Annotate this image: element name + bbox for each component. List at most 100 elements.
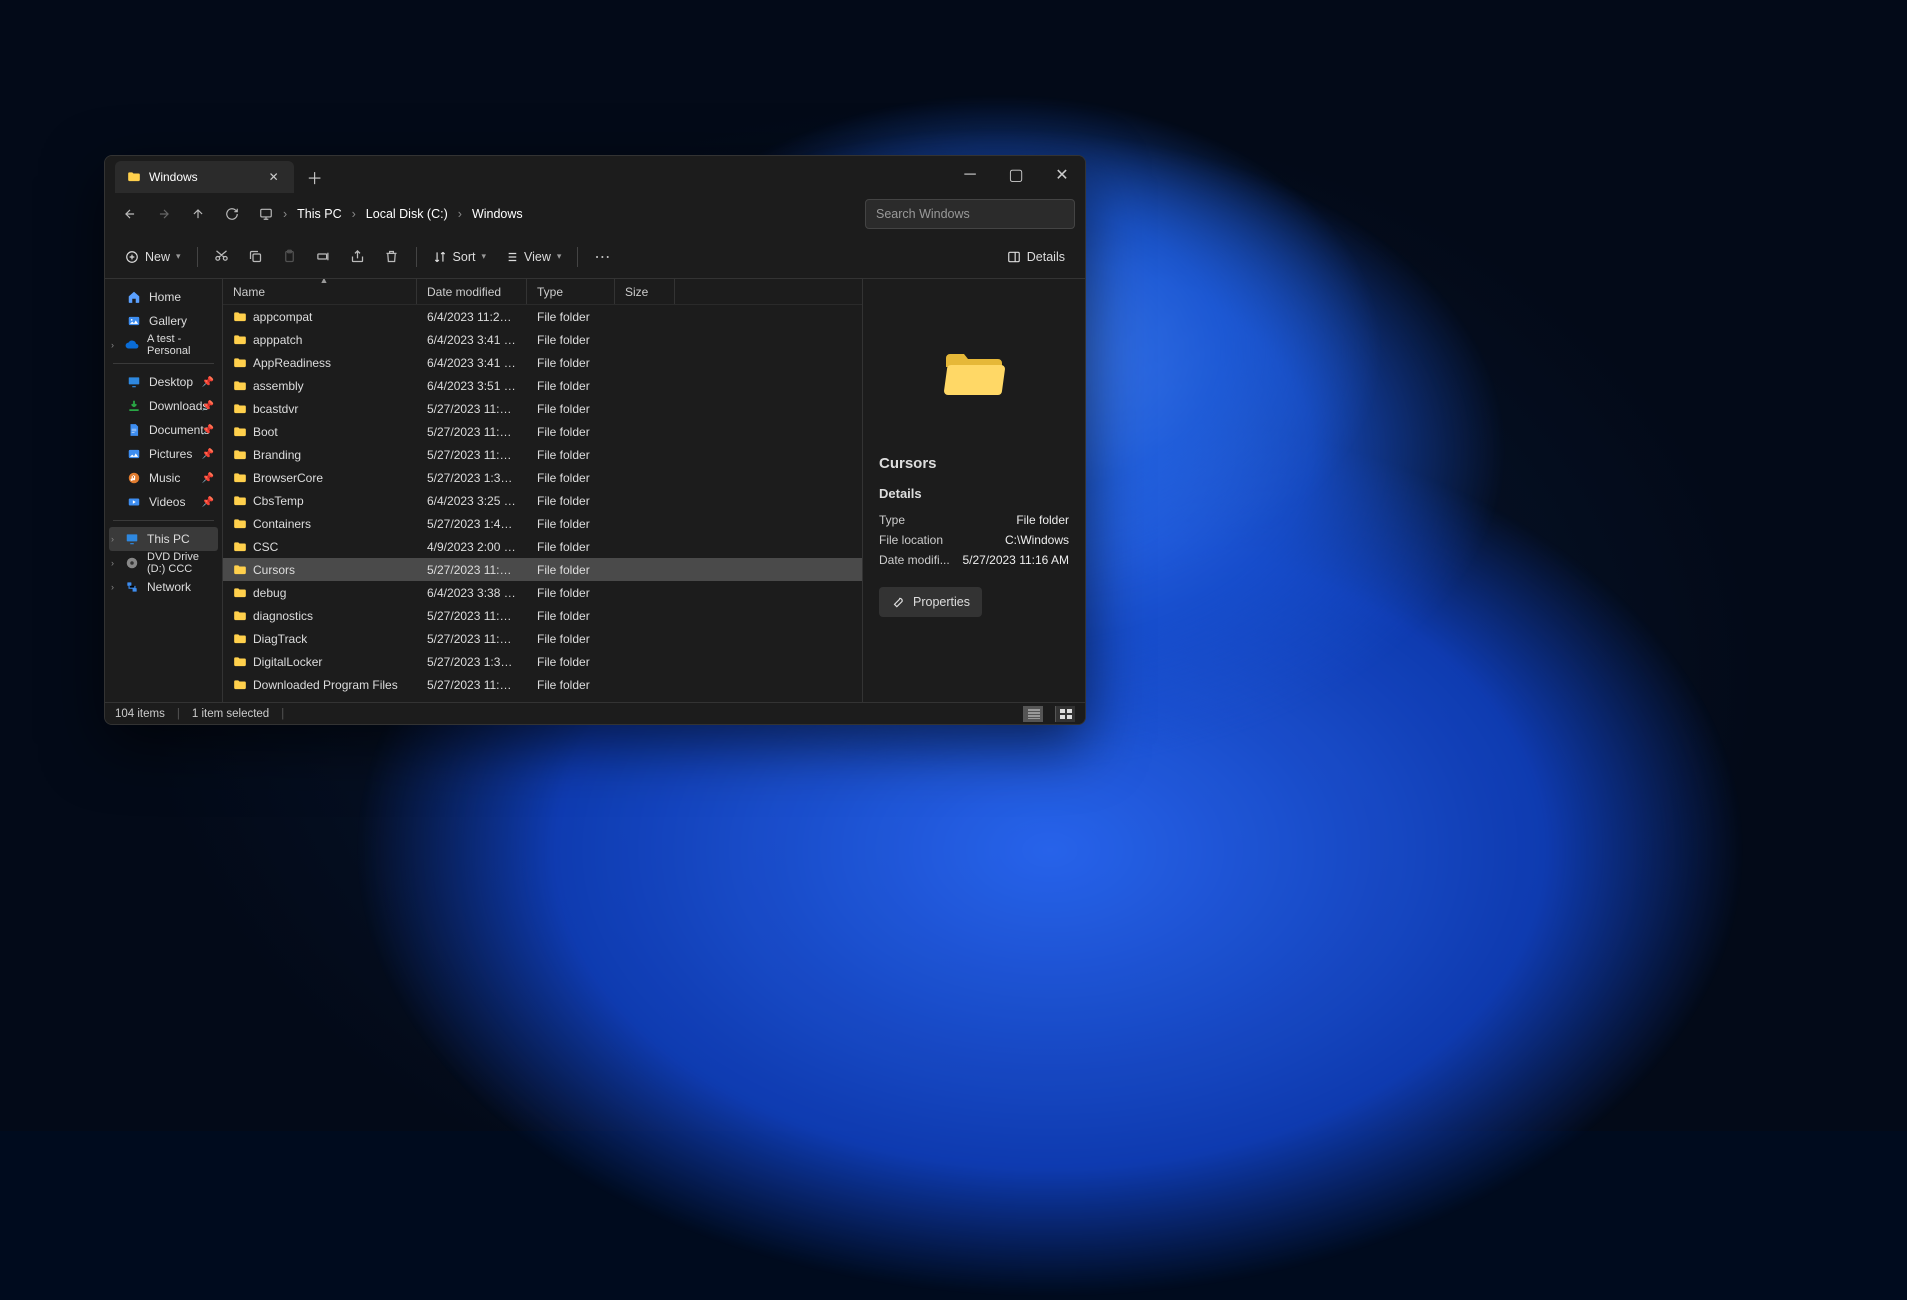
file-row[interactable]: Containers5/27/2023 1:44 PMFile folder xyxy=(223,512,862,535)
more-button[interactable]: ⋯ xyxy=(586,241,618,273)
folder-icon xyxy=(233,402,247,416)
share-button[interactable] xyxy=(342,241,374,273)
file-row[interactable]: DiagTrack5/27/2023 11:33 AMFile folder xyxy=(223,627,862,650)
folder-icon xyxy=(233,678,247,692)
list-icon xyxy=(504,250,518,264)
file-date: 4/9/2023 2:00 PM xyxy=(417,540,527,554)
sidebar-item-thispc[interactable]: ›This PC xyxy=(109,527,218,551)
file-row[interactable]: debug6/4/2023 3:38 PMFile folder xyxy=(223,581,862,604)
pin-icon: 📌 xyxy=(202,449,214,460)
column-type[interactable]: Type xyxy=(527,279,615,304)
sidebar-item-home[interactable]: Home xyxy=(109,285,218,309)
details-pane-button[interactable]: Details xyxy=(999,241,1073,273)
file-name: CSC xyxy=(253,540,278,554)
file-row[interactable]: BrowserCore5/27/2023 1:32 PMFile folder xyxy=(223,466,862,489)
up-button[interactable] xyxy=(183,199,213,229)
copy-button[interactable] xyxy=(240,241,272,273)
file-name: assembly xyxy=(253,379,304,393)
folder-icon xyxy=(233,448,247,462)
sort-button[interactable]: Sort ▾ xyxy=(425,241,494,273)
file-date: 5/27/2023 11:16 AM xyxy=(417,678,527,692)
file-row[interactable]: bcastdvr5/27/2023 11:16 AMFile folder xyxy=(223,397,862,420)
layout-icons-button[interactable] xyxy=(1055,706,1075,722)
file-date: 5/27/2023 1:44 PM xyxy=(417,517,527,531)
sidebar-item-network[interactable]: ›Network xyxy=(109,575,218,599)
chevron-right-icon[interactable]: › xyxy=(111,534,114,544)
file-type: File folder xyxy=(527,379,615,393)
column-size[interactable]: Size xyxy=(615,279,675,304)
folder-icon xyxy=(233,586,247,600)
cut-button[interactable] xyxy=(206,241,238,273)
sidebar-item-videos[interactable]: Videos📌 xyxy=(109,490,218,514)
chevron-down-icon: ▾ xyxy=(557,251,562,262)
file-row[interactable]: CbsTemp6/4/2023 3:25 PMFile folder xyxy=(223,489,862,512)
file-row[interactable]: AppReadiness6/4/2023 3:41 PMFile folder xyxy=(223,351,862,374)
paste-button[interactable] xyxy=(274,241,306,273)
refresh-button[interactable] xyxy=(217,199,247,229)
file-row[interactable]: assembly6/4/2023 3:51 PMFile folder xyxy=(223,374,862,397)
file-row[interactable]: diagnostics5/27/2023 11:33 AMFile folder xyxy=(223,604,862,627)
new-tab-button[interactable]: ＋ xyxy=(300,162,330,192)
wrench-icon xyxy=(891,595,905,609)
search-input[interactable]: Search Windows xyxy=(865,199,1075,229)
close-tab-icon[interactable]: ✕ xyxy=(266,169,282,185)
file-row[interactable]: apppatch6/4/2023 3:41 PMFile folder xyxy=(223,328,862,351)
column-date[interactable]: Date modified xyxy=(417,279,527,304)
file-row[interactable]: appcompat6/4/2023 11:25 PMFile folder xyxy=(223,305,862,328)
forward-button[interactable] xyxy=(149,199,179,229)
network-icon xyxy=(125,580,139,594)
breadcrumb[interactable]: › This PC › Local Disk (C:) › Windows xyxy=(251,199,861,229)
folder-icon xyxy=(127,170,141,184)
minimize-button[interactable]: ─ xyxy=(947,156,993,193)
maximize-button[interactable]: ▢ xyxy=(993,156,1039,193)
file-row[interactable]: Branding5/27/2023 11:16 AMFile folder xyxy=(223,443,862,466)
details-type: TypeFile folder xyxy=(879,513,1069,527)
desktop-icon xyxy=(127,375,141,389)
details-icon xyxy=(1007,250,1021,264)
sort-icon xyxy=(433,250,447,264)
breadcrumb-item[interactable]: This PC xyxy=(297,207,341,221)
file-row[interactable]: Boot5/27/2023 11:33 AMFile folder xyxy=(223,420,862,443)
new-button[interactable]: New ▾ xyxy=(117,241,189,273)
chevron-right-icon: › xyxy=(352,207,356,221)
file-date: 5/27/2023 11:33 AM xyxy=(417,609,527,623)
file-row[interactable]: CSC4/9/2023 2:00 PMFile folder xyxy=(223,535,862,558)
back-button[interactable] xyxy=(115,199,145,229)
sidebar-item-gallery[interactable]: Gallery xyxy=(109,309,218,333)
file-rows: appcompat6/4/2023 11:25 PMFile folderapp… xyxy=(223,305,862,702)
videos-icon xyxy=(127,495,141,509)
folder-icon xyxy=(233,379,247,393)
sidebar-item-documents[interactable]: Documents📌 xyxy=(109,418,218,442)
file-row[interactable]: Downloaded Program Files5/27/2023 11:16 … xyxy=(223,673,862,696)
column-name[interactable]: Name▲ xyxy=(223,279,417,304)
delete-button[interactable] xyxy=(376,241,408,273)
file-list: Name▲ Date modified Type Size appcompat6… xyxy=(222,279,862,702)
close-window-button[interactable]: ✕ xyxy=(1039,156,1085,193)
chevron-right-icon: › xyxy=(458,207,462,221)
sidebar-item-downloads[interactable]: Downloads📌 xyxy=(109,394,218,418)
file-row[interactable]: DigitalLocker5/27/2023 1:32 PMFile folde… xyxy=(223,650,862,673)
chevron-right-icon[interactable]: › xyxy=(111,558,114,568)
rename-button[interactable] xyxy=(308,241,340,273)
sidebar-item-pictures[interactable]: Pictures📌 xyxy=(109,442,218,466)
file-name: diagnostics xyxy=(253,609,313,623)
breadcrumb-item[interactable]: Windows xyxy=(472,207,523,221)
chevron-right-icon[interactable]: › xyxy=(111,582,114,592)
file-date: 6/4/2023 3:41 PM xyxy=(417,333,527,347)
view-button[interactable]: View ▾ xyxy=(496,241,569,273)
folder-icon xyxy=(233,517,247,531)
status-selected: 1 item selected xyxy=(192,708,269,720)
sidebar-item-atest[interactable]: ›A test - Personal xyxy=(109,333,218,357)
breadcrumb-item[interactable]: Local Disk (C:) xyxy=(366,207,448,221)
file-name: Containers xyxy=(253,517,311,531)
sidebar-item-dvd[interactable]: ›DVD Drive (D:) CCC xyxy=(109,551,218,575)
file-type: File folder xyxy=(527,425,615,439)
layout-details-button[interactable] xyxy=(1023,706,1043,722)
tab-windows[interactable]: Windows ✕ xyxy=(115,161,294,193)
sidebar-item-desktop[interactable]: Desktop📌 xyxy=(109,370,218,394)
file-row[interactable]: Cursors5/27/2023 11:16 AMFile folder xyxy=(223,558,862,581)
file-area: Name▲ Date modified Type Size appcompat6… xyxy=(222,279,1085,702)
properties-button[interactable]: Properties xyxy=(879,587,982,617)
sidebar-item-music[interactable]: Music📌 xyxy=(109,466,218,490)
chevron-right-icon[interactable]: › xyxy=(111,340,114,350)
